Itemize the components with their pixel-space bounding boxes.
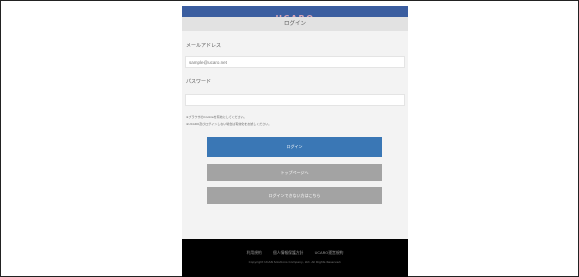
password-label: パスワード (186, 79, 212, 85)
page-frame: UCARO ログイン メールアドレス パスワード ※ブラウザのCookieを有効… (0, 0, 579, 277)
password-field[interactable] (185, 94, 405, 106)
footer-links: 利用規約 個人情報保護方針 UCARO運営規約 (182, 250, 408, 256)
footer-link-terms[interactable]: 利用規約 (247, 250, 262, 255)
login-button[interactable]: ログイン (207, 137, 382, 157)
brand-header: UCARO (182, 6, 408, 23)
forgot-login-button[interactable]: ログインできない方はこちら (207, 187, 382, 204)
top-page-button[interactable]: トップページへ (207, 164, 382, 181)
email-label: メールアドレス (186, 43, 222, 49)
page-title: ログイン (182, 17, 408, 31)
login-screen: UCARO ログイン メールアドレス パスワード ※ブラウザのCookieを有効… (182, 6, 408, 277)
copyright-text: Copyright UCAN Solutions Company, Ltd. A… (248, 260, 342, 264)
email-field[interactable] (185, 56, 405, 68)
footer: 利用規約 個人情報保護方針 UCARO運営規約 Copyright UCAN S… (182, 239, 408, 277)
cookie-note: ※ブラウザのCookieを有効にしてください。 (186, 115, 247, 119)
login-help-note: ※UCARO及びログインしない場合は有効化をお試しください。 (186, 122, 272, 126)
footer-link-privacy[interactable]: 個人情報保護方針 (273, 250, 303, 255)
footer-link-ucaro-terms[interactable]: UCARO運営規約 (315, 250, 344, 255)
